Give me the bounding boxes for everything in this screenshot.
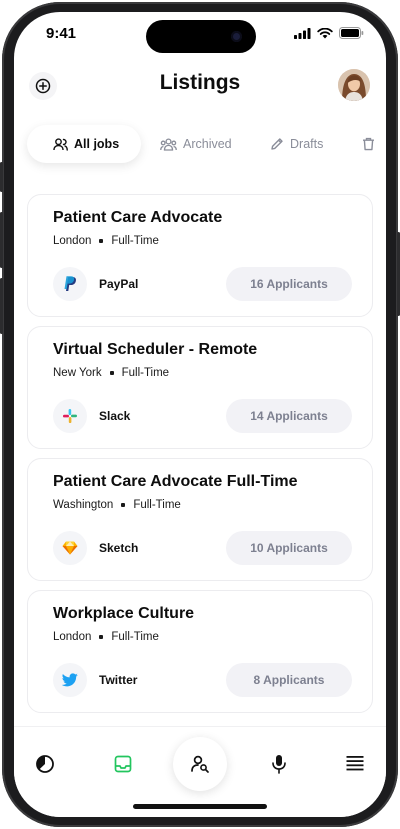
avatar-photo <box>338 69 370 101</box>
nav-analytics[interactable] <box>30 749 60 779</box>
listing-type: Full-Time <box>133 499 181 511</box>
listing-card[interactable]: Patient Care Advocate London Full-Time P… <box>27 194 373 317</box>
tab-label: Archived <box>183 137 232 151</box>
company-name: PayPal <box>99 277 139 291</box>
avatar[interactable] <box>338 69 370 101</box>
header: Listings <box>14 64 386 108</box>
paypal-logo <box>53 267 87 301</box>
listing-card[interactable]: Patient Care Advocate Full-Time Washingt… <box>27 458 373 581</box>
nav-inbox[interactable] <box>108 749 138 779</box>
company-name: Slack <box>99 409 131 423</box>
listing-location: Washington <box>53 499 114 511</box>
listing-location: London <box>53 235 92 247</box>
listing-type: Full-Time <box>121 367 170 379</box>
applicants-button[interactable]: 8 Applicants <box>226 663 352 697</box>
listing-meta: Washington Full-Time <box>53 499 181 511</box>
listing-title: Patient Care Advocate <box>53 209 223 226</box>
battery-icon <box>339 27 364 39</box>
phone-volume-down <box>0 278 3 334</box>
separator-dot <box>99 239 104 243</box>
listing-card[interactable]: Virtual Scheduler - Remote New York Full… <box>27 326 373 449</box>
applicants-button[interactable]: 14 Applicants <box>226 399 352 433</box>
status-icons <box>294 27 364 39</box>
tab-archived[interactable]: Archived <box>160 125 232 163</box>
listing-type: Full-Time <box>111 235 159 247</box>
tab-drafts[interactable]: Drafts <box>270 125 323 163</box>
dynamic-island <box>146 20 256 53</box>
inbox-icon <box>114 755 132 773</box>
user-search-icon <box>191 755 209 773</box>
menu-lines-icon <box>346 756 364 771</box>
wifi-icon <box>317 27 333 38</box>
page-title: Listings <box>159 71 241 94</box>
camera-icon <box>231 31 242 42</box>
listing-meta: London Full-Time <box>53 235 159 247</box>
company-name: Sketch <box>99 541 139 555</box>
status-time: 9:41 <box>46 25 77 42</box>
tab-bar: All jobs Archived Drafts <box>14 125 386 165</box>
company-name: Twitter <box>99 673 138 687</box>
trash-icon <box>363 137 374 151</box>
applicants-button[interactable]: 16 Applicants <box>226 267 352 301</box>
separator-dot <box>99 635 104 639</box>
nav-voice[interactable] <box>264 749 294 779</box>
group-icon <box>160 137 177 151</box>
signal-icon <box>294 27 311 39</box>
tab-label: Drafts <box>290 137 324 151</box>
tab-label: All jobs <box>74 137 120 151</box>
nav-candidates[interactable] <box>173 737 227 791</box>
app-screen: 9:41 Listings All jobs Archived Drafts P… <box>14 12 386 817</box>
phone-side-button <box>0 162 3 192</box>
twitter-logo <box>53 663 87 697</box>
sketch-logo <box>53 531 87 565</box>
status-bar: 9:41 <box>14 12 386 56</box>
separator-dot <box>121 503 126 507</box>
listing-type: Full-Time <box>111 631 159 643</box>
users-icon <box>53 137 68 151</box>
listing-title: Workplace Culture <box>53 605 195 622</box>
tab-all-jobs[interactable]: All jobs <box>27 125 142 163</box>
listing-title: Patient Care Advocate Full-Time <box>53 473 298 490</box>
microphone-icon <box>272 755 286 774</box>
chart-pie-icon <box>36 755 54 773</box>
listing-meta: London Full-Time <box>53 631 159 643</box>
slack-logo <box>53 399 87 433</box>
listing-location: New York <box>53 367 102 379</box>
home-indicator[interactable] <box>133 804 267 809</box>
separator-dot <box>109 371 114 375</box>
tab-trash[interactable] <box>362 125 375 163</box>
listing-meta: New York Full-Time <box>53 367 169 379</box>
phone-volume-up <box>0 212 3 268</box>
listing-card[interactable]: Workplace Culture London Full-Time Twitt… <box>27 590 373 713</box>
pencil-icon <box>271 138 283 150</box>
applicants-button[interactable]: 10 Applicants <box>226 531 352 565</box>
listing-location: London <box>53 631 92 643</box>
listing-title: Virtual Scheduler - Remote <box>53 341 258 358</box>
nav-menu[interactable] <box>340 749 370 779</box>
bottom-nav <box>14 726 386 817</box>
